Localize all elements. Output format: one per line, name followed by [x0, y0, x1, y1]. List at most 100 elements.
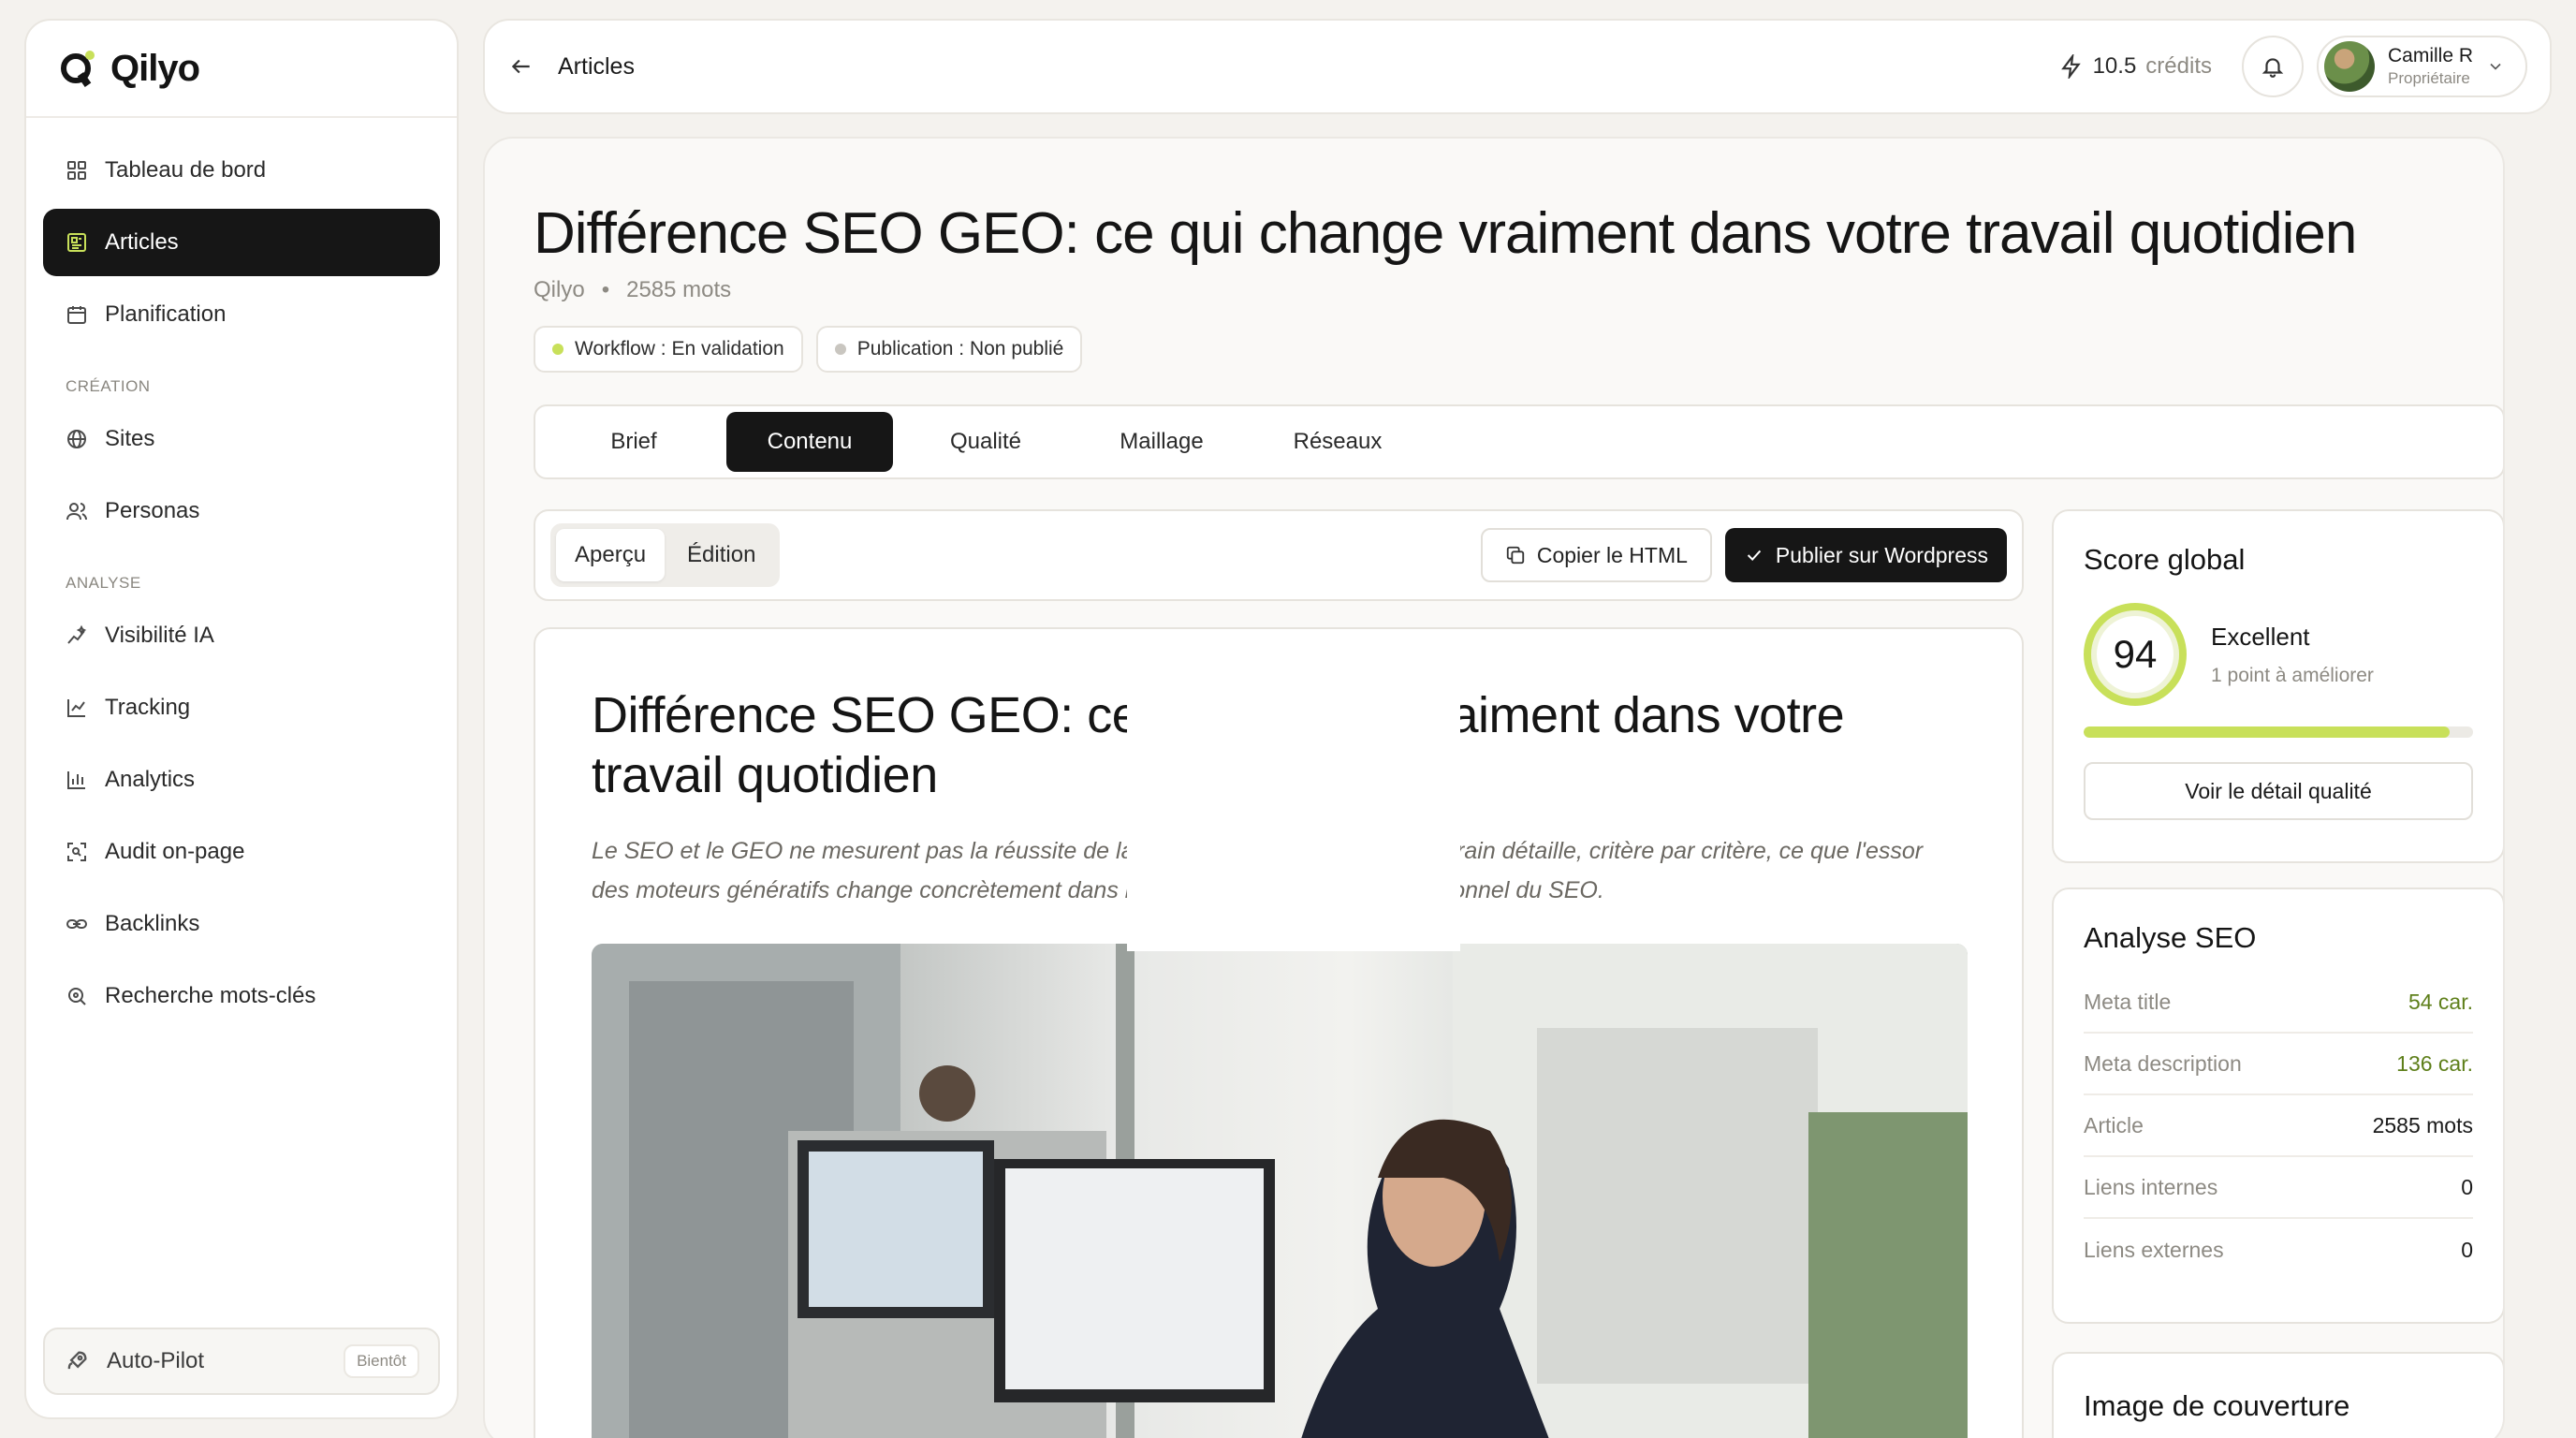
- notifications-button[interactable]: [2241, 36, 2304, 97]
- credits-display: 10.5 crédits: [2059, 53, 2212, 80]
- sidebar-item-label: Audit on-page: [105, 839, 245, 864]
- seo-row-label: Meta description: [2084, 1050, 2242, 1076]
- sidebar-nav: Tableau de bord Articles Planification C…: [26, 118, 457, 1030]
- score-summary: 94 Excellent 1 point à améliorer: [2084, 603, 2473, 706]
- copy-html-label: Copier le HTML: [1536, 542, 1688, 567]
- section-creation: CRÉATION: [66, 377, 151, 395]
- bar-chart-icon: [66, 769, 88, 791]
- sidebar: Qilyo Tableau de bord Articles Planifica…: [24, 19, 459, 1419]
- sidebar-item-planification[interactable]: Planification: [43, 281, 440, 348]
- arrow-left-icon: [509, 54, 534, 79]
- seo-row-value: 2585 mots: [2372, 1112, 2473, 1137]
- seo-row-label: Liens internes: [2084, 1174, 2218, 1199]
- sidebar-item-personas[interactable]: Personas: [43, 477, 440, 545]
- cover-illustration: [592, 944, 1968, 1438]
- credits-unit: crédits: [2145, 53, 2212, 79]
- sidebar-item-keywords[interactable]: Recherche mots-clés: [43, 962, 440, 1030]
- article-site: Qilyo: [534, 277, 585, 302]
- autopilot-button[interactable]: Auto-Pilot Bientôt: [43, 1328, 440, 1395]
- status-dot: [552, 344, 564, 355]
- lightning-icon: [2059, 54, 2084, 79]
- sidebar-item-analytics[interactable]: Analytics: [43, 746, 440, 814]
- tab-contenu[interactable]: Contenu: [726, 412, 893, 472]
- sidebar-item-label: Articles: [105, 229, 179, 255]
- credits-value: 10.5: [2092, 53, 2137, 79]
- rendering-gap: [1127, 629, 1460, 951]
- workflow-status-badge[interactable]: Workflow : En validation: [534, 326, 803, 373]
- copy-html-button[interactable]: Copier le HTML: [1480, 528, 1712, 582]
- brand-name: Qilyo: [110, 47, 200, 89]
- seo-row-article: Article 2585 mots: [2084, 1095, 2473, 1157]
- sidebar-item-label: Personas: [105, 498, 200, 523]
- tab-qualite[interactable]: Qualité: [902, 412, 1069, 472]
- search-icon: [66, 985, 88, 1007]
- status-dot: [834, 344, 846, 355]
- sidebar-item-tracking[interactable]: Tracking: [43, 674, 440, 741]
- seo-row-value: 0: [2461, 1174, 2473, 1199]
- meta-separator: •: [601, 277, 610, 302]
- publication-status-label: Publication : Non publié: [856, 338, 1064, 360]
- seo-row-meta-description: Meta description 136 car.: [2084, 1034, 2473, 1095]
- back-link[interactable]: Articles: [509, 53, 2059, 81]
- calendar-icon: [66, 303, 88, 326]
- sidebar-item-label: Sites: [105, 426, 155, 451]
- seo-row-external-links: Liens externes 0: [2084, 1219, 2473, 1281]
- tab-maillage[interactable]: Maillage: [1078, 412, 1245, 472]
- seo-row-label: Article: [2084, 1112, 2144, 1137]
- score-card: Score global 94 Excellent 1 point à amél…: [2052, 509, 2503, 863]
- publish-wordpress-label: Publier sur Wordpress: [1775, 542, 1988, 567]
- globe-icon: [66, 428, 88, 450]
- brand[interactable]: Qilyo: [26, 21, 457, 118]
- score-label: Excellent: [2211, 622, 2310, 651]
- qilyo-logo-icon: [58, 49, 97, 88]
- cover-image-card: Image de couverture: [2052, 1352, 2503, 1438]
- section-analyse: ANALYSE: [66, 574, 141, 592]
- score-card-title: Score global: [2084, 543, 2246, 576]
- tab-brief[interactable]: Brief: [550, 412, 717, 472]
- seo-row-value: 136 car.: [2396, 1050, 2473, 1076]
- sidebar-item-audit[interactable]: Audit on-page: [43, 818, 440, 886]
- scan-icon: [66, 841, 88, 863]
- publication-status-badge[interactable]: Publication : Non publié: [815, 326, 1083, 373]
- sidebar-item-label: Planification: [105, 301, 227, 327]
- autopilot-soon-badge: Bientôt: [344, 1344, 419, 1378]
- status-chips: Workflow : En validation Publication : N…: [534, 326, 1083, 373]
- sidebar-item-articles[interactable]: Articles: [43, 209, 440, 276]
- sidebar-item-label: Tracking: [105, 695, 191, 720]
- view-mode-toggle: Aperçu Édition: [550, 523, 781, 587]
- articles-icon: [66, 231, 88, 254]
- score-ring: 94: [2084, 603, 2187, 706]
- sidebar-item-visibilite-ia[interactable]: Visibilité IA: [43, 602, 440, 669]
- seo-card-title: Analyse SEO: [2084, 921, 2257, 954]
- sidebar-item-dashboard[interactable]: Tableau de bord: [43, 137, 440, 204]
- view-mode-edition[interactable]: Édition: [668, 529, 774, 581]
- rocket-icon: [64, 1348, 90, 1374]
- sidebar-item-label: Backlinks: [105, 911, 200, 936]
- dashboard-icon: [66, 159, 88, 182]
- back-link-label: Articles: [558, 52, 635, 80]
- article-preview: Différence SEO GEO: ce qui change vraime…: [534, 627, 2024, 1438]
- sidebar-item-label: Recherche mots-clés: [105, 983, 316, 1008]
- chevron-down-icon: [2486, 57, 2505, 76]
- article-meta: Qilyo • 2585 mots: [534, 277, 731, 303]
- link-icon: [66, 913, 88, 935]
- sparkle-icon: [66, 624, 88, 647]
- publish-wordpress-button[interactable]: Publier sur Wordpress: [1724, 528, 2007, 582]
- view-mode-apercu[interactable]: Aperçu: [556, 529, 666, 581]
- sidebar-item-backlinks[interactable]: Backlinks: [43, 890, 440, 958]
- article-tabs: Brief Contenu Qualité Maillage Réseaux: [534, 404, 2503, 479]
- page-title: Différence SEO GEO: ce qui change vraime…: [534, 201, 2357, 266]
- seo-row-value: 54 car.: [2408, 989, 2473, 1014]
- quality-detail-button[interactable]: Voir le détail qualité: [2084, 762, 2473, 820]
- seo-analysis-card: Analyse SEO Meta title 54 car. Meta desc…: [2052, 888, 2503, 1324]
- user-menu[interactable]: Camille R Propriétaire: [2316, 36, 2527, 97]
- seo-row-label: Liens externes: [2084, 1237, 2224, 1262]
- user-name: Camille R: [2387, 45, 2473, 66]
- tab-reseaux[interactable]: Réseaux: [1254, 412, 1421, 472]
- content-toolbar: Aperçu Édition Copier le HTML Publier su…: [534, 509, 2024, 601]
- score-progress-bar: [2084, 726, 2473, 738]
- autopilot-label: Auto-Pilot: [107, 1348, 205, 1373]
- sidebar-item-label: Analytics: [105, 767, 196, 792]
- line-chart-icon: [66, 697, 88, 719]
- sidebar-item-sites[interactable]: Sites: [43, 405, 440, 473]
